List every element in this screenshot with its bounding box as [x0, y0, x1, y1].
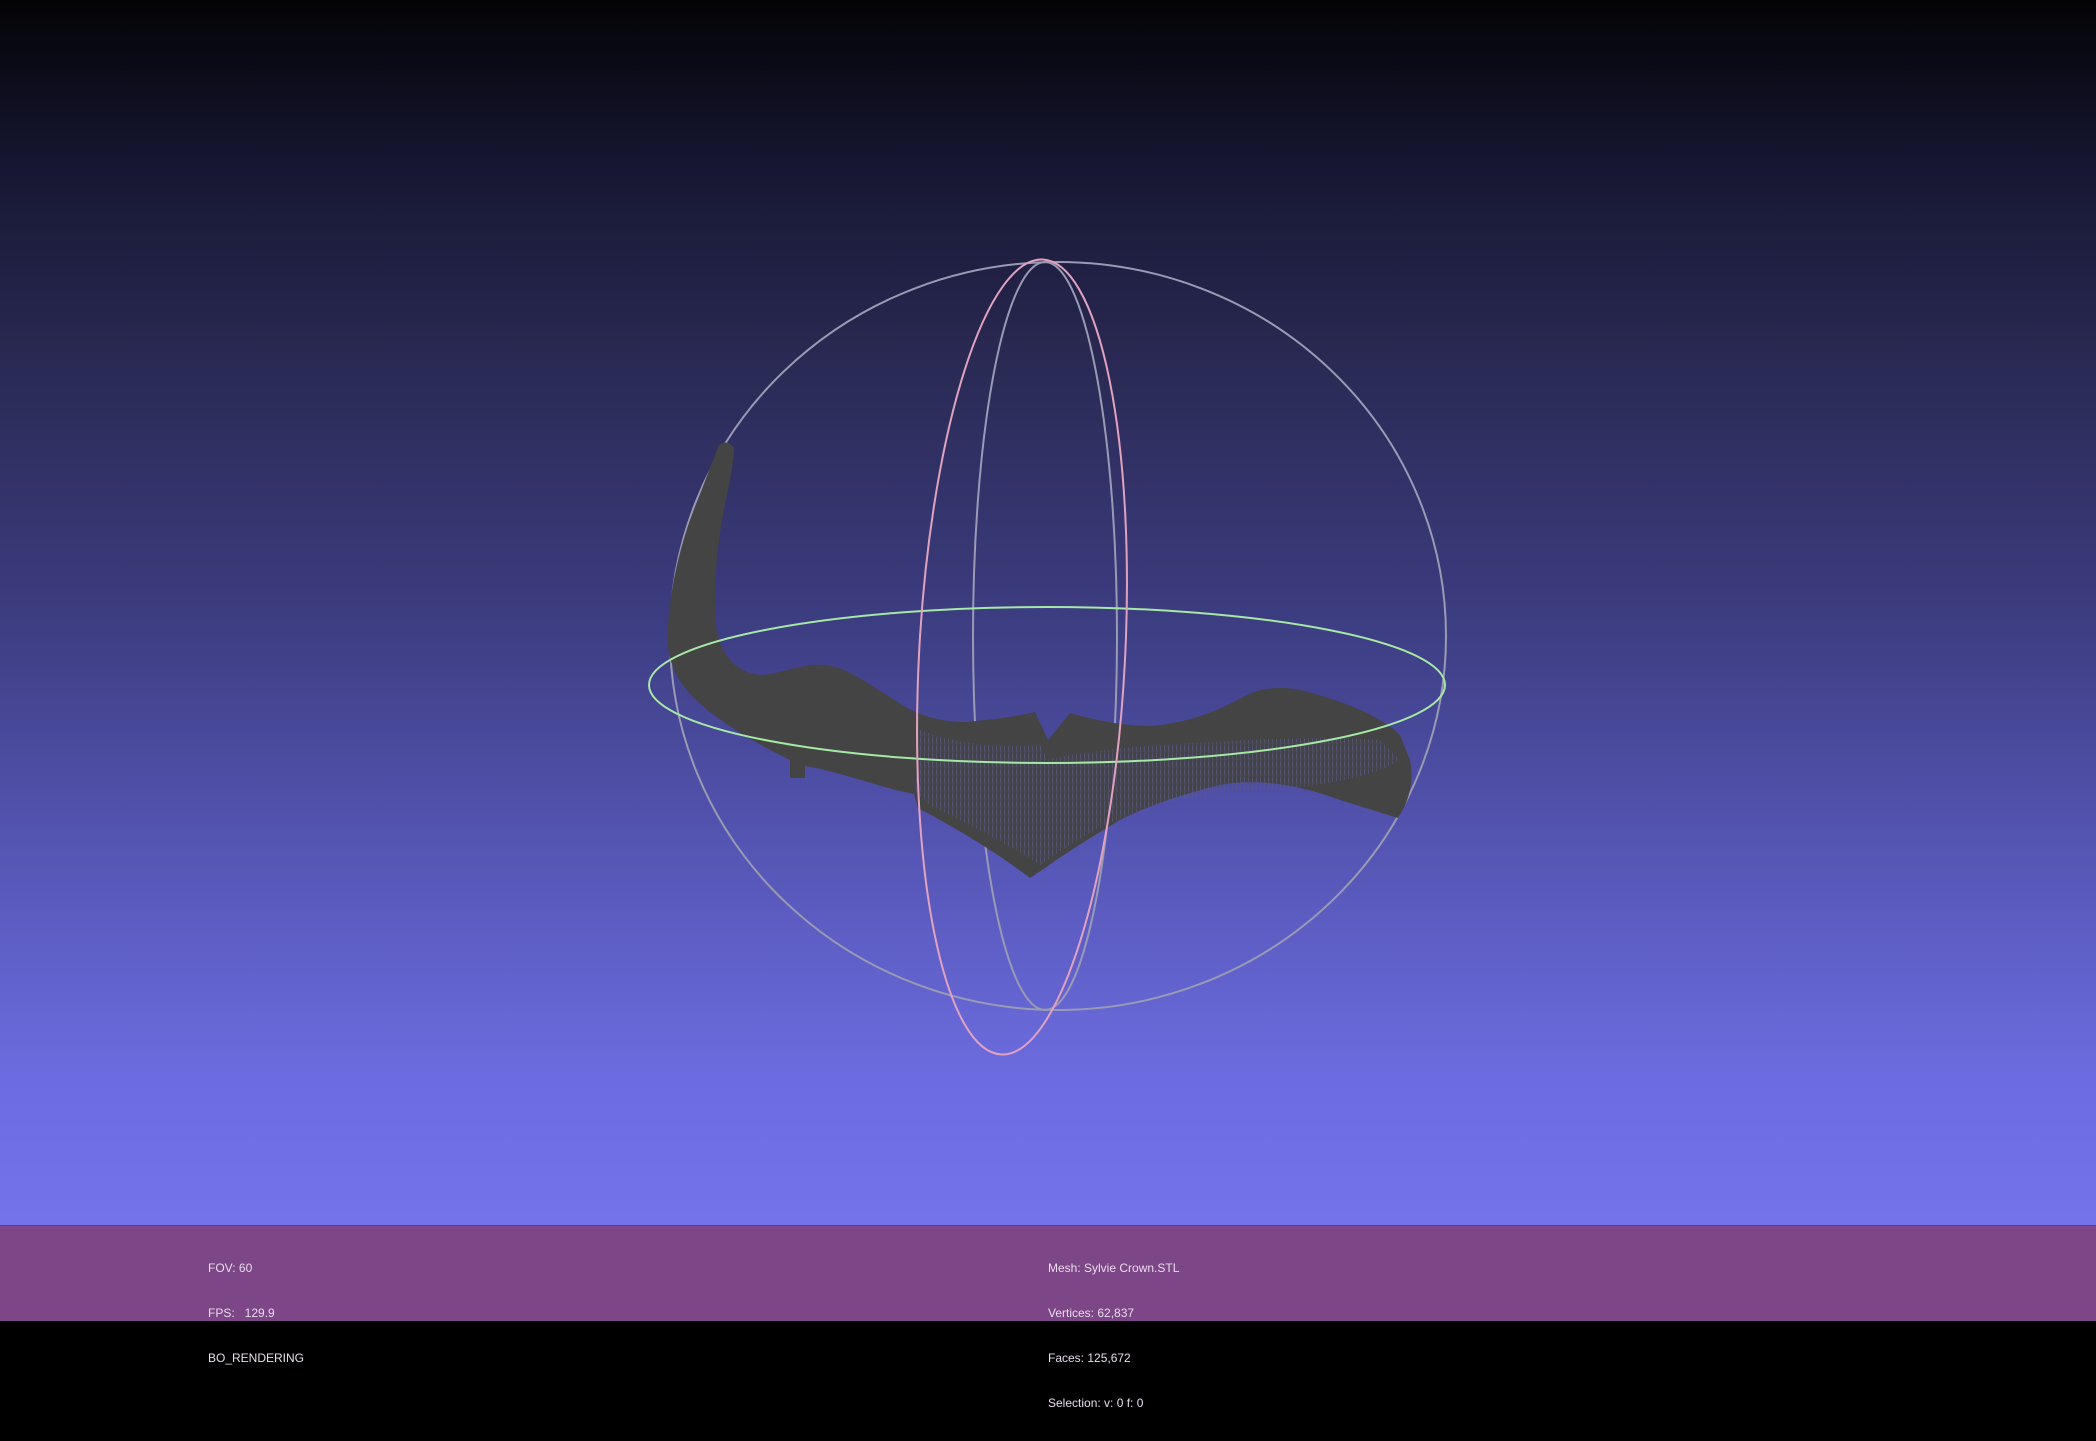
trackball-vertical-ring-back[interactable] [972, 261, 1118, 1011]
vertices-readout: Vertices: 62,837 [1048, 1306, 1135, 1320]
trackball-outer-ring[interactable] [669, 261, 1447, 1011]
trackball-vertical-ring[interactable] [898, 254, 1145, 1060]
crown-mesh [667, 442, 1412, 878]
fov-readout: FOV: 60 [208, 1261, 253, 1275]
mesh-name-readout: Mesh: Sylvie Crown.STL [1048, 1261, 1180, 1275]
scene-canvas[interactable] [0, 0, 2096, 1225]
3d-viewport[interactable] [0, 0, 2096, 1225]
selection-readout: Selection: v: 0 f: 0 [1048, 1396, 1144, 1410]
viewer-info: FOV: 60 FPS: 129.9 BO_RENDERING [208, 1231, 304, 1396]
status-info-bar: FOV: 60 FPS: 129.9 BO_RENDERING Mesh: Sy… [0, 1225, 2096, 1410]
fps-readout: FPS: 129.9 [208, 1306, 275, 1320]
faces-readout: Faces: 125,672 [1048, 1351, 1131, 1365]
mesh-info: Mesh: Sylvie Crown.STL Vertices: 62,837 … [1048, 1231, 1179, 1441]
render-mode-readout: BO_RENDERING [208, 1351, 305, 1365]
